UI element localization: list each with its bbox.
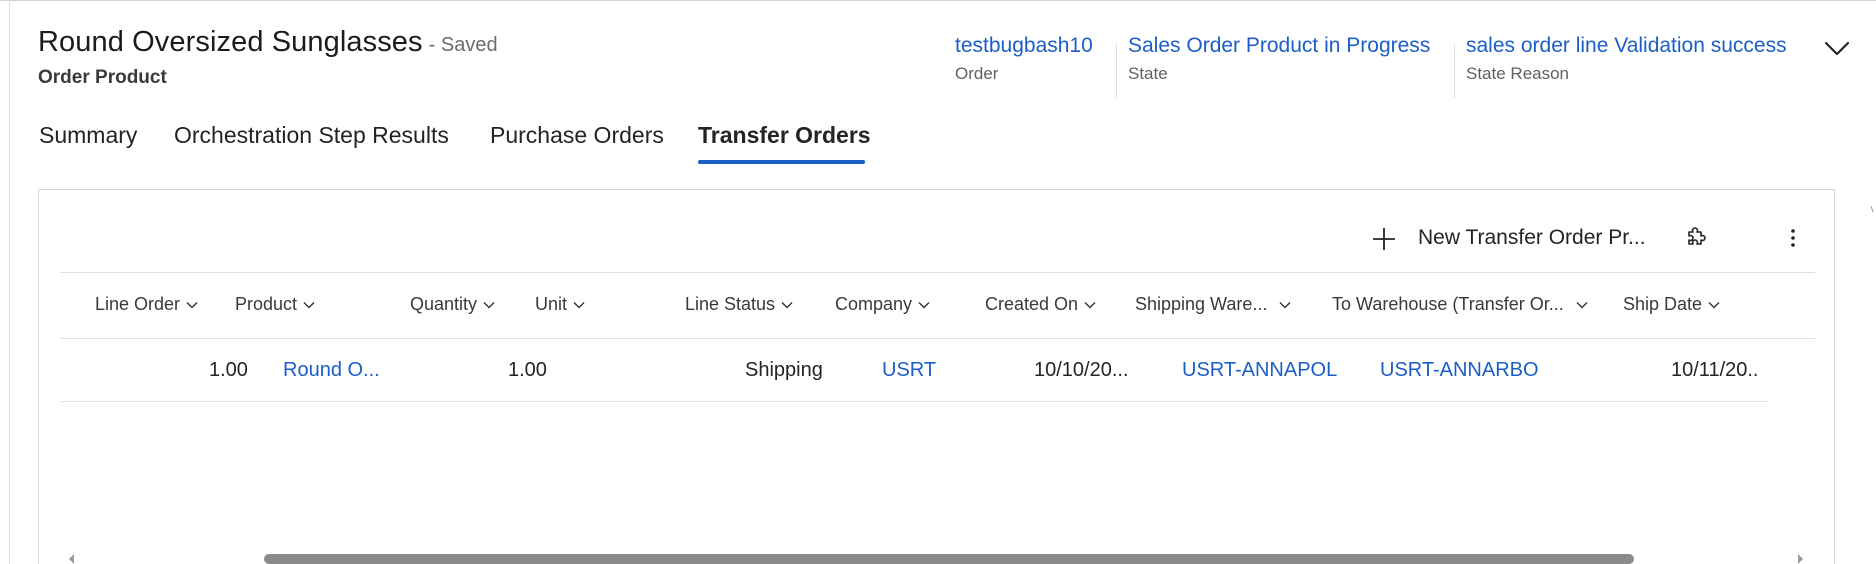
tab-summary[interactable]: Summary [39, 122, 137, 149]
chevron-down-icon [781, 302, 793, 309]
header-field-order: testbugbash10 Order [955, 34, 1093, 94]
row-divider [60, 401, 1768, 402]
cell-ship-date: 10/11/20.. [1671, 359, 1759, 381]
top-border [0, 0, 1876, 1]
header-field-state: Sales Order Product in Progress State [1128, 34, 1430, 94]
scroll-right-icon[interactable] [1795, 552, 1805, 564]
plus-icon[interactable] [1371, 226, 1397, 252]
entity-type: Order Product [38, 67, 167, 88]
command-bar: New Transfer Order Pr... [39, 218, 1834, 258]
column-header-label: Unit [535, 294, 568, 314]
column-header-label: Quantity [410, 294, 478, 314]
record-title: Round Oversized Sunglasses [38, 26, 423, 58]
header-divider [1454, 44, 1455, 98]
chevron-down-icon [186, 302, 198, 309]
tab-transfer-orders[interactable]: Transfer Orders [698, 122, 871, 149]
state-reason-value[interactable]: sales order line Validation success [1466, 34, 1787, 58]
tab-purchase-orders[interactable]: Purchase Orders [490, 122, 664, 149]
cell-shipping-warehouse-link[interactable]: USRT-ANNAPOL [1182, 359, 1337, 382]
chevron-down-icon [918, 302, 930, 309]
chevron-down-icon[interactable] [1822, 36, 1852, 60]
chevron-down-icon [483, 302, 495, 309]
column-header-shipping-warehouse[interactable]: Shipping Ware... [1135, 294, 1291, 315]
column-header-line-status[interactable]: Line Status [685, 294, 793, 315]
chevron-down-icon [573, 302, 585, 309]
column-header-created-on[interactable]: Created On [985, 294, 1096, 315]
column-header-ship-date[interactable]: Ship Date [1623, 294, 1720, 315]
column-header-label: To Warehouse (Transfer Or... [1332, 294, 1564, 314]
column-header-to-warehouse[interactable]: To Warehouse (Transfer Or... [1332, 294, 1588, 315]
order-link[interactable]: testbugbash10 [955, 34, 1093, 58]
column-headers: Line Order Product Quantity Unit Line St… [39, 272, 1834, 338]
order-label: Order [955, 64, 999, 83]
column-header-line-order[interactable]: Line Order [95, 294, 198, 315]
column-header-label: Company [835, 294, 913, 314]
cell-to-warehouse-link[interactable]: USRT-ANNARBO [1380, 359, 1539, 382]
column-header-unit[interactable]: Unit [535, 294, 585, 315]
chevron-down-icon [303, 302, 315, 309]
state-value[interactable]: Sales Order Product in Progress [1128, 34, 1430, 58]
left-border [9, 0, 10, 564]
save-status: - Saved [428, 34, 498, 56]
cell-line-order: 1.00 [209, 359, 248, 381]
chevron-down-icon [1084, 302, 1096, 309]
column-header-company[interactable]: Company [835, 294, 930, 315]
column-header-label: Line Status [685, 294, 776, 314]
horizontal-scrollbar-thumb[interactable] [264, 554, 1634, 564]
record-header: Round Oversized Sunglasses - Saved Order … [38, 24, 1858, 104]
puzzle-icon[interactable] [1681, 224, 1709, 252]
edge-mark [1870, 200, 1874, 213]
column-header-product[interactable]: Product [235, 294, 315, 315]
column-header-label: Product [235, 294, 298, 314]
scroll-left-icon[interactable] [67, 552, 77, 564]
chevron-down-icon [1279, 302, 1291, 309]
column-header-label: Line Order [95, 294, 181, 314]
cell-quantity: 1.00 [508, 359, 547, 381]
column-header-label: Ship Date [1623, 294, 1703, 314]
chevron-down-icon [1576, 302, 1588, 309]
active-tab-indicator [698, 160, 865, 164]
cell-created-on: 10/10/20... [1034, 359, 1129, 381]
header-field-state-reason: sales order line Validation success Stat… [1466, 34, 1787, 94]
chevron-down-icon [1708, 302, 1720, 309]
state-reason-label: State Reason [1466, 64, 1570, 83]
more-vertical-icon[interactable] [1779, 224, 1807, 252]
cell-company-link[interactable]: USRT [882, 359, 936, 382]
tab-orchestration-step-results[interactable]: Orchestration Step Results [174, 122, 449, 149]
column-header-quantity[interactable]: Quantity [410, 294, 495, 315]
transfer-orders-subgrid: New Transfer Order Pr... Line Order Prod… [38, 189, 1835, 564]
state-label: State [1128, 64, 1168, 83]
column-header-label: Shipping Ware... [1135, 294, 1268, 314]
cell-line-status: Shipping [745, 359, 823, 381]
new-transfer-order-button[interactable]: New Transfer Order Pr... [1418, 226, 1646, 250]
title-row: Round Oversized Sunglasses - Saved [38, 26, 498, 59]
column-header-label: Created On [985, 294, 1079, 314]
header-divider [1116, 44, 1117, 98]
cell-product-link[interactable]: Round O... [283, 359, 380, 382]
table-row[interactable]: 1.00 Round O... 1.00 Shipping USRT 10/10… [39, 339, 1834, 403]
